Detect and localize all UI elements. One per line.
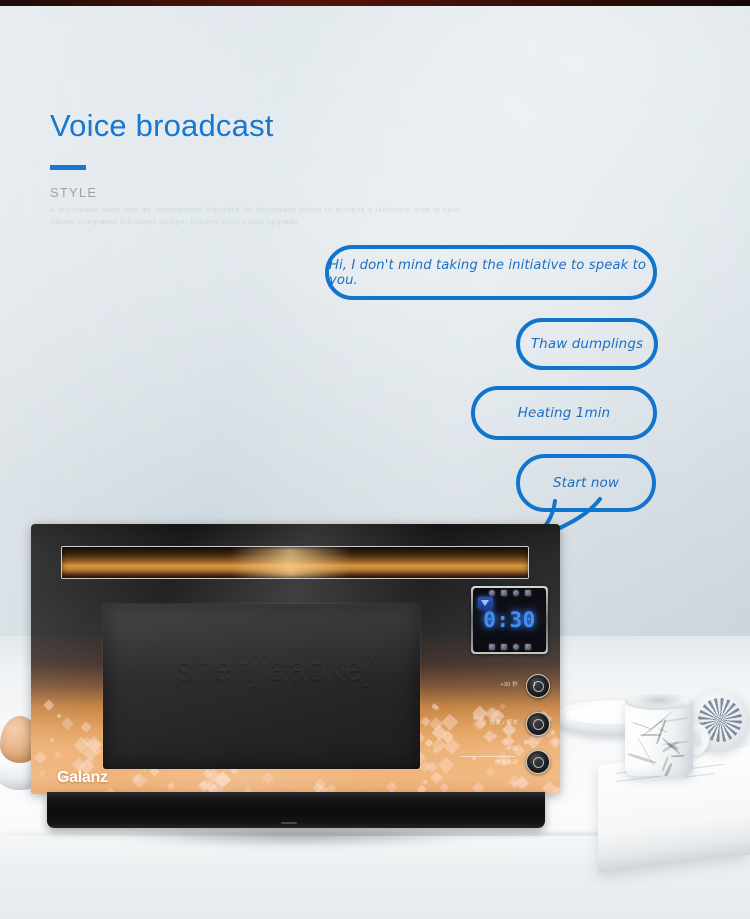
diamond-motif (424, 738, 433, 748)
diamond-motif (166, 781, 175, 790)
timer-icon (500, 644, 507, 650)
knob-label-add-30-seconds: +30 秒 (500, 682, 518, 688)
marble-vein (630, 721, 651, 730)
speech-bubble-thaw: Thaw dumplings (516, 318, 658, 370)
diamond-motif (61, 716, 74, 730)
top-color-strip (0, 0, 750, 6)
description-text: A microwave oven with an international s… (50, 205, 463, 226)
style-label: STYLE (50, 185, 98, 200)
oven-door-handle[interactable] (61, 546, 529, 579)
power-icon (512, 644, 519, 650)
bubble-text: Start now (552, 475, 620, 491)
diamond-motif (260, 771, 274, 786)
bubble-text: Hi, I don't mind taking the initiative t… (329, 257, 647, 288)
diamond-motif (421, 779, 428, 786)
diamond-motif (483, 729, 497, 744)
lock-icon (500, 590, 507, 596)
mug-body (625, 700, 693, 776)
book-text-line (616, 775, 662, 783)
microwave-oven: 0:30 +30 秒 微波 / 解冻 IPID 快速启动 Galanz (31, 524, 560, 850)
diamond-motif (498, 703, 507, 711)
knob-label-microwave-defrost: 微波 / 解冻 (489, 720, 518, 726)
bubble-text: Heating 1min (517, 405, 611, 421)
accent-bar (50, 165, 86, 170)
menu-icon (488, 644, 495, 650)
clock-knob-icon (532, 680, 544, 692)
marble-vein (671, 754, 686, 758)
diamond-motif (34, 751, 47, 764)
diamond-motif (420, 716, 431, 728)
light-icon (512, 590, 519, 596)
wifi-icon (478, 597, 493, 609)
speech-bubble-heating: Heating 1min (471, 386, 657, 440)
diamond-motif (386, 781, 398, 792)
diamond-motif (54, 751, 62, 759)
page-title: Voice broadcast (50, 108, 274, 143)
knob-microwave-defrost[interactable] (526, 712, 550, 736)
diamond-motif (80, 720, 93, 733)
display-top-icons (473, 590, 546, 596)
grill-icon (524, 644, 531, 650)
oven-base (47, 792, 545, 828)
diamond-motif (430, 770, 444, 784)
diamond-motif (438, 756, 455, 774)
power-knob-icon (532, 756, 544, 768)
diamond-motif (49, 737, 56, 744)
marble-vein (627, 752, 658, 765)
handle-highlight (229, 547, 351, 578)
knob-divider (461, 756, 516, 757)
oven-door-window[interactable] (103, 604, 420, 769)
diamond-motif (39, 769, 46, 777)
diamond-motif (439, 782, 449, 792)
control-display-panel[interactable]: 0:30 (471, 586, 548, 654)
marble-mug (625, 694, 709, 776)
display-screen: 0:30 (473, 588, 546, 652)
brand-logo: Galanz (57, 769, 108, 786)
fan-icon (524, 590, 531, 596)
mug-rim (625, 694, 693, 710)
speech-bubble-greeting: Hi, I don't mind taking the initiative t… (325, 245, 657, 300)
diamond-motif (485, 766, 496, 777)
knob-add-30-seconds[interactable] (526, 674, 550, 698)
door-glass-reflection (103, 604, 420, 684)
speech-bubble-start: Start now (516, 454, 656, 512)
display-bottom-icons (473, 644, 546, 650)
product-marketing-page: Voice broadcast STYLE A microwave oven w… (0, 0, 750, 919)
oven-body: 0:30 +30 秒 微波 / 解冻 IPID 快速启动 Galanz (31, 524, 560, 794)
diamond-motif (55, 712, 62, 719)
knob-sublabel-quick-start: IPID (506, 746, 518, 752)
display-time: 0:30 (483, 607, 536, 632)
knob-label-quick-start: 快速启动 (494, 760, 518, 766)
diamond-motif (42, 699, 54, 711)
knob-quick-start[interactable] (526, 750, 550, 774)
marble-vein (661, 736, 682, 755)
bubble-text: Thaw dumplings (530, 336, 644, 352)
mute-icon (488, 590, 495, 596)
dial-knob-icon (532, 718, 544, 730)
